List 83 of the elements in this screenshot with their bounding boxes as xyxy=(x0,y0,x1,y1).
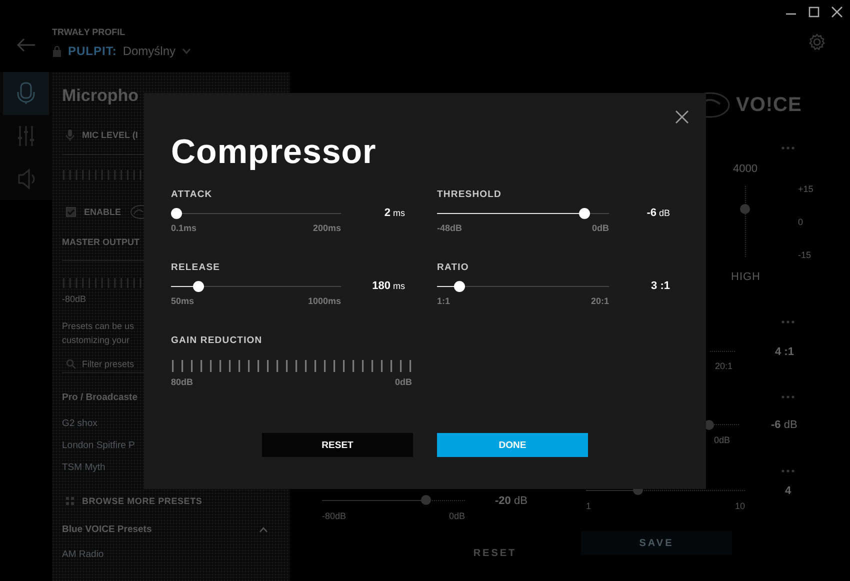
chevron-up-icon[interactable] xyxy=(259,527,268,533)
more-icon[interactable] xyxy=(781,320,795,324)
slider-label: RATIO xyxy=(437,262,470,274)
slider-max-label: 1000ms xyxy=(308,295,341,307)
scale-label: 0 xyxy=(798,217,804,227)
brand-logo-text: VO!CE xyxy=(736,94,802,116)
slider-thumb[interactable] xyxy=(171,208,182,218)
lock-icon xyxy=(52,45,62,57)
panel-title: Micropho xyxy=(62,85,138,107)
threshold-value: -6 dB xyxy=(771,419,798,431)
close-icon[interactable] xyxy=(675,110,689,124)
slider-value: 180 ms xyxy=(372,280,405,292)
mixer-icon xyxy=(15,124,37,148)
close-icon[interactable] xyxy=(831,6,843,18)
slider-min-label: -80dB xyxy=(322,510,346,522)
preset-item[interactable]: AM Radio xyxy=(62,548,104,562)
slider-max-label: 200ms xyxy=(312,222,341,234)
slider-thumb[interactable] xyxy=(421,495,432,505)
slider-thumb[interactable] xyxy=(740,204,750,214)
slider-label: ATTACK xyxy=(171,189,214,201)
enable-label: ENABLE xyxy=(84,207,122,217)
grid-icon xyxy=(66,497,74,505)
frequency-label: 4000 xyxy=(733,163,758,175)
presets-note: Presets can be us xyxy=(62,320,134,333)
slider-min-label: 50ms xyxy=(171,295,194,307)
preset-item[interactable]: London Spitfire P xyxy=(62,439,135,453)
microphone-icon xyxy=(66,129,74,141)
scale-label: +15 xyxy=(798,184,814,194)
slider-max-label: 10 xyxy=(734,500,745,512)
checkbox[interactable] xyxy=(66,207,76,217)
nav-tab[interactable] xyxy=(3,72,49,115)
settings-icon[interactable] xyxy=(808,33,826,51)
slider-label: RELEASE xyxy=(171,262,222,274)
slider-max-label: 20:1 xyxy=(590,295,609,307)
meter-min-label: 80dB xyxy=(171,376,194,388)
slider-thumb[interactable] xyxy=(454,280,465,292)
gain-value: 4 xyxy=(785,485,792,497)
slider-value: 2 ms xyxy=(384,207,405,219)
back-arrow-icon[interactable] xyxy=(17,38,35,52)
preset-item[interactable]: G2 shox xyxy=(62,417,98,431)
search-icon xyxy=(66,358,76,368)
profile-mode: PULPIT: xyxy=(68,44,117,58)
filter-field[interactable]: Filter presets xyxy=(82,358,142,368)
slider-value: -20 dB xyxy=(495,495,528,507)
slider-min-label: 1 xyxy=(586,500,592,512)
done-button[interactable]: DONE xyxy=(437,433,588,457)
slider-thumb[interactable] xyxy=(192,280,204,292)
more-icon[interactable] xyxy=(781,395,795,399)
mic-level-label: MIC LEVEL (I xyxy=(82,130,138,140)
dialog-title: Compressor xyxy=(171,132,376,172)
more-icon[interactable] xyxy=(781,469,795,473)
gain-reduction-label: GAIN REDUCTION xyxy=(171,335,264,347)
ratio-value: 4 :1 xyxy=(775,346,794,358)
slider-max-label: 0dB xyxy=(448,510,465,522)
save-button[interactable]: SAVE xyxy=(581,531,732,555)
slider-value: -6 dB xyxy=(646,207,670,219)
reset-button[interactable]: RESET xyxy=(262,433,413,457)
slider-max-label: 0dB xyxy=(592,222,609,234)
browse-presets-link[interactable]: BROWSE MORE PRESETS xyxy=(82,496,202,506)
ratio-max-label: 20:1 xyxy=(715,360,734,372)
slider-value: 3 :1 xyxy=(651,280,670,292)
microphone-icon xyxy=(15,81,37,106)
threshold-max-label: 0dB xyxy=(714,434,732,446)
master-output-label: MASTER OUTPUT xyxy=(62,236,140,248)
preset-item[interactable]: TSM Myth xyxy=(62,461,106,475)
slider-min-label: 1:1 xyxy=(437,295,450,307)
more-icon[interactable] xyxy=(781,146,795,150)
meter-max-label: 0dB xyxy=(394,376,412,388)
scale-label: -15 xyxy=(798,250,812,260)
preset-group-title: Pro / Broadcaste xyxy=(62,391,138,405)
output-min-label: -80dB xyxy=(62,293,86,305)
profile-name[interactable]: Domyślny xyxy=(122,44,176,58)
slider-label: THRESHOLD xyxy=(437,189,503,201)
reset-button[interactable]: RESET xyxy=(420,543,570,563)
preset-group-title: Blue VOICE Presets xyxy=(62,523,152,537)
profile-label: TRWAŁY PROFIL xyxy=(52,26,126,38)
slider-min-label: 0.1ms xyxy=(171,222,197,234)
presets-note: customizing your xyxy=(62,334,130,347)
slider-min-label: -48dB xyxy=(437,222,462,234)
slider-thumb[interactable] xyxy=(578,208,590,218)
band-label: HIGH xyxy=(731,271,762,283)
chevron-down-icon[interactable] xyxy=(182,48,191,54)
maximize-icon[interactable] xyxy=(808,6,820,18)
